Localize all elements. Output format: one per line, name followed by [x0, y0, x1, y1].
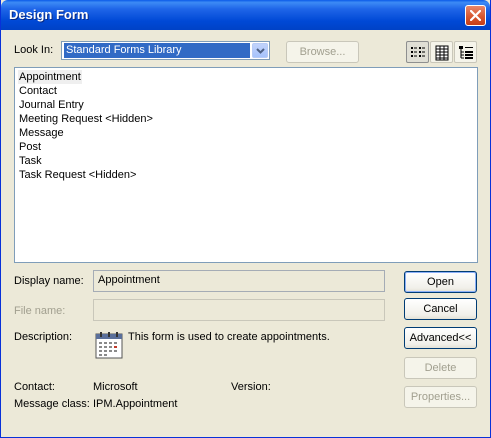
- list-item[interactable]: Task: [18, 154, 43, 168]
- advanced-button[interactable]: Advanced<<: [404, 327, 477, 349]
- message-class-value: IPM.Appointment: [93, 398, 178, 410]
- look-in-dropdown[interactable]: Standard Forms Library: [61, 41, 270, 60]
- list-view-button[interactable]: [406, 41, 429, 63]
- delete-button[interactable]: Delete: [404, 357, 477, 379]
- list-item[interactable]: Meeting Request <Hidden>: [18, 112, 154, 126]
- details-view-icon: [435, 45, 449, 61]
- contact-value: Microsoft: [93, 381, 138, 393]
- look-in-label: Look In:: [14, 44, 54, 56]
- dropdown-arrow-button[interactable]: [252, 43, 268, 58]
- browse-button[interactable]: Browse...: [286, 41, 359, 63]
- design-form-dialog: Design Form Look In: Standard Forms Libr…: [0, 0, 491, 438]
- list-item[interactable]: Task Request <Hidden>: [18, 168, 137, 182]
- properties-button[interactable]: Properties...: [404, 386, 477, 408]
- file-name-label: File name:: [14, 305, 66, 317]
- display-name-label: Display name:: [14, 275, 84, 287]
- close-button[interactable]: [465, 5, 486, 26]
- message-class-label: Message class:: [14, 398, 90, 410]
- version-label: Version:: [231, 381, 271, 393]
- display-name-value: Appointment: [98, 274, 160, 286]
- description-value: This form is used to create appointments…: [128, 331, 330, 343]
- properties-view-button[interactable]: [454, 41, 477, 63]
- look-in-selected-value: Standard Forms Library: [64, 43, 250, 58]
- window-title: Design Form: [9, 7, 89, 22]
- list-item[interactable]: Journal Entry: [18, 98, 85, 112]
- details-view-button[interactable]: [430, 41, 453, 63]
- forms-list[interactable]: Appointment Contact Journal Entry Meetin…: [14, 67, 478, 263]
- calendar-icon: [95, 331, 123, 359]
- list-item[interactable]: Appointment: [18, 70, 82, 84]
- list-item[interactable]: Post: [18, 140, 42, 154]
- chevron-down-icon: [256, 48, 265, 54]
- display-name-field: Appointment: [93, 270, 385, 292]
- open-button[interactable]: Open: [404, 271, 477, 293]
- description-label: Description:: [14, 331, 73, 343]
- close-icon: [470, 10, 481, 21]
- file-name-field: [93, 299, 385, 321]
- list-item[interactable]: Message: [18, 126, 65, 140]
- cancel-button[interactable]: Cancel: [404, 298, 477, 320]
- list-item[interactable]: Contact: [18, 84, 58, 98]
- contact-label: Contact:: [14, 381, 55, 393]
- tree-view-icon: [459, 46, 473, 59]
- title-bar[interactable]: Design Form: [1, 0, 490, 30]
- list-view-icon: [411, 47, 425, 57]
